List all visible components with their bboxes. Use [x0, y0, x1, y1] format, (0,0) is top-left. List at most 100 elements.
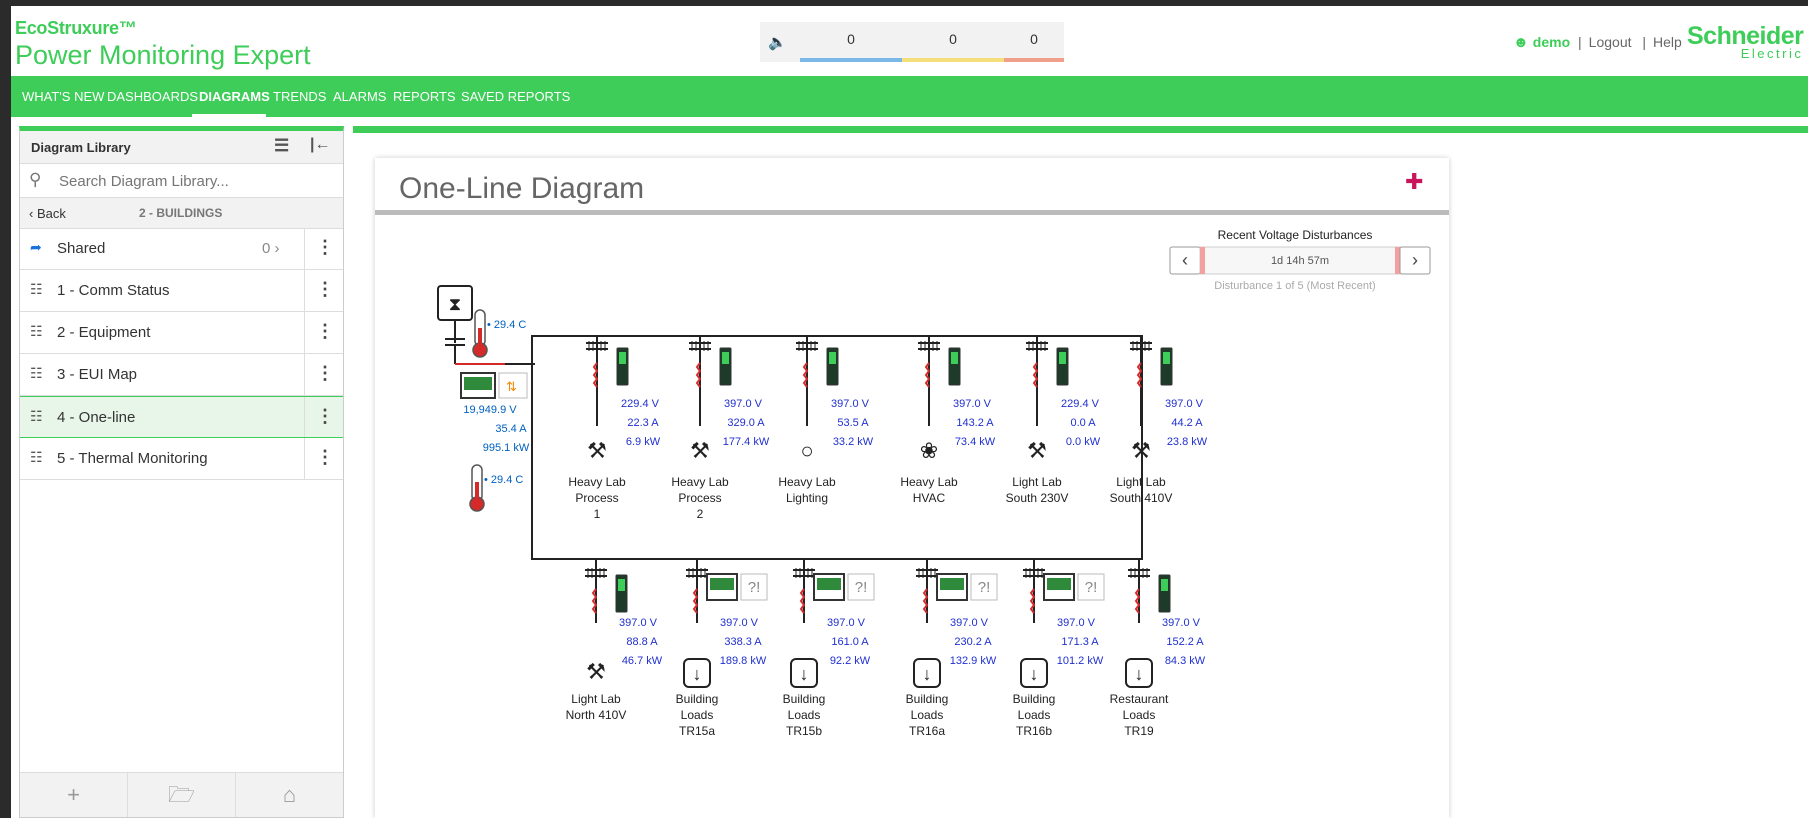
- tools-icon: ⚒: [586, 659, 606, 684]
- diagram-card: One-Line Diagram ✚ Recent Voltage Distur…: [375, 158, 1449, 818]
- feeder-label: Building: [676, 692, 719, 706]
- svg-text:⧗: ⧗: [449, 294, 462, 314]
- speaker-icon[interactable]: 🔈: [768, 33, 787, 51]
- feeder-power: 0.0 kW: [1066, 436, 1101, 448]
- feeder-label: Process: [678, 491, 721, 505]
- menu-icon[interactable]: ☰: [274, 136, 289, 156]
- library-item-shared[interactable]: ➦ Shared 0 › ⋮: [20, 228, 343, 270]
- unknown-status-glyph: ?!: [1085, 579, 1098, 596]
- nav-whats-new[interactable]: WHAT'S NEW: [22, 89, 104, 104]
- feeder-label: Heavy Lab: [671, 475, 729, 489]
- nav-trends[interactable]: TRENDS: [273, 89, 326, 104]
- library-search: ⚲: [20, 163, 343, 198]
- tools-icon: ⚒: [1027, 438, 1047, 463]
- brand-ecostruxure: EcoStruxure™: [15, 18, 137, 38]
- feeder-current: 338.3 A: [724, 636, 762, 648]
- library-item-thermal-monitoring[interactable]: ☷ 5 - Thermal Monitoring ⋮: [20, 438, 343, 480]
- feeder-label: North 410V: [566, 708, 627, 722]
- feeder-voltage: 229.4 V: [1061, 398, 1100, 410]
- feeder-label: TR16b: [1016, 724, 1052, 738]
- feeder-voltage: 397.0 V: [1057, 617, 1096, 629]
- library-item-one-line[interactable]: ☷ 4 - One-line ⋮: [20, 396, 343, 438]
- feeder-power: 177.4 kW: [723, 436, 770, 448]
- feeder-voltage: 397.0 V: [724, 398, 763, 410]
- nav-dashboards[interactable]: DASHBOARDS: [107, 89, 198, 104]
- feeder-label: Lighting: [786, 491, 828, 505]
- feeder-label: Loads: [911, 708, 944, 722]
- feeder-voltage: 397.0 V: [827, 617, 866, 629]
- feeder-power: 73.4 kW: [955, 436, 996, 448]
- library-footer: + 🗁 ⌂: [20, 772, 343, 817]
- feeder-current: 161.0 A: [831, 636, 869, 648]
- library-item-eui-map[interactable]: ☷ 3 - EUI Map ⋮: [20, 354, 343, 396]
- bulb-icon: ○: [800, 438, 813, 463]
- feeder-current: 329.0 A: [727, 417, 765, 429]
- feeder-power: 33.2 kW: [833, 436, 874, 448]
- library-nav-row: ‹ Back 2 - BUILDINGS: [20, 198, 343, 229]
- diagram-library-panel: Diagram Library ☰ |← ⚲ ‹ Back 2 - BUILDI…: [19, 126, 344, 818]
- add-icon[interactable]: +: [20, 773, 128, 817]
- tools-icon: ⚒: [690, 438, 710, 463]
- thermometer-icon[interactable]: [472, 309, 488, 358]
- help-link[interactable]: Help: [1653, 34, 1682, 50]
- more-options-icon[interactable]: ⋮: [316, 406, 334, 427]
- feeder-label: South 410V: [1110, 491, 1173, 505]
- search-input[interactable]: [57, 169, 331, 193]
- feeder-label: Restaurant: [1110, 692, 1169, 706]
- logout-link[interactable]: Logout: [1589, 34, 1632, 50]
- more-options-icon[interactable]: ⋮: [316, 279, 334, 300]
- feeder-label: TR16a: [909, 724, 945, 738]
- feeder-current: 88.8 A: [626, 636, 658, 648]
- library-item-comm-status[interactable]: ☷ 1 - Comm Status ⋮: [20, 270, 343, 312]
- app-window: EcoStruxure™ Power Monitoring Expert 🔈 0…: [11, 6, 1808, 818]
- alarm-counter-panel[interactable]: 🔈 0 0 0: [760, 22, 1064, 62]
- more-options-icon[interactable]: ⋮: [316, 363, 334, 384]
- alarm-count-low[interactable]: 0: [1004, 22, 1064, 62]
- alarm-count-high[interactable]: 0: [800, 22, 902, 62]
- home-icon[interactable]: ⌂: [236, 773, 343, 817]
- feeder-label: Light Lab: [1012, 475, 1062, 489]
- load-arrow: ↓: [800, 664, 809, 684]
- breadcrumb: 2 - BUILDINGS: [139, 206, 223, 220]
- feeder-label: HVAC: [913, 491, 946, 505]
- collapse-panel-icon[interactable]: |←: [310, 136, 330, 154]
- feeder-power: 23.8 kW: [1167, 436, 1208, 448]
- disturbance-subtitle: Disturbance 1 of 5 (Most Recent): [1214, 280, 1375, 292]
- feeder-label: TR19: [1124, 724, 1154, 738]
- user-name[interactable]: demo: [1533, 34, 1570, 50]
- main-temperature-bottom: • 29.4 C: [484, 474, 523, 486]
- feeder-voltage: 397.0 V: [1162, 617, 1201, 629]
- fan-icon: ❀: [920, 438, 938, 463]
- one-line-diagram: Recent Voltage Disturbances ‹ 1d 14h 57m…: [437, 228, 1431, 738]
- unknown-status-glyph: ?!: [978, 579, 991, 596]
- feeder-power: 101.2 kW: [1057, 655, 1104, 667]
- content-top-bar: [353, 126, 1808, 133]
- thermometer-icon[interactable]: [469, 464, 485, 512]
- library-item-equipment[interactable]: ☷ 2 - Equipment ⋮: [20, 312, 343, 354]
- unknown-status-glyph: ?!: [855, 579, 868, 596]
- add-folder-icon[interactable]: 🗁: [128, 773, 236, 817]
- nav-alarms[interactable]: ALARMS: [333, 89, 386, 104]
- nav-saved-reports[interactable]: SAVED REPORTS: [461, 89, 570, 104]
- feeder-label: Building: [906, 692, 949, 706]
- more-options-icon[interactable]: ⋮: [316, 321, 334, 342]
- feeder-voltage: 397.0 V: [619, 617, 658, 629]
- svg-text:⇅: ⇅: [506, 379, 517, 394]
- nav-reports[interactable]: REPORTS: [393, 89, 456, 104]
- back-button[interactable]: ‹ Back: [29, 206, 66, 221]
- library-header: Diagram Library ☰ |←: [20, 131, 343, 164]
- search-icon: ⚲: [29, 170, 42, 189]
- alarm-count-medium[interactable]: 0: [902, 22, 1004, 62]
- feeder-label: Heavy Lab: [778, 475, 836, 489]
- chevron-right-icon: ›: [1412, 250, 1418, 270]
- feeder-current: 152.2 A: [1166, 636, 1204, 648]
- feeder-label: South 230V: [1006, 491, 1069, 505]
- feeder-voltage: 397.0 V: [831, 398, 870, 410]
- feeder-label: Process: [575, 491, 618, 505]
- more-options-icon[interactable]: ⋮: [316, 447, 334, 468]
- more-options-icon[interactable]: ⋮: [316, 237, 334, 258]
- nav-diagrams[interactable]: DIAGRAMS: [199, 89, 270, 104]
- feeder-current: 143.2 A: [956, 417, 994, 429]
- tools-icon: ⚒: [587, 438, 607, 463]
- feeder-voltage: 397.0 V: [950, 617, 989, 629]
